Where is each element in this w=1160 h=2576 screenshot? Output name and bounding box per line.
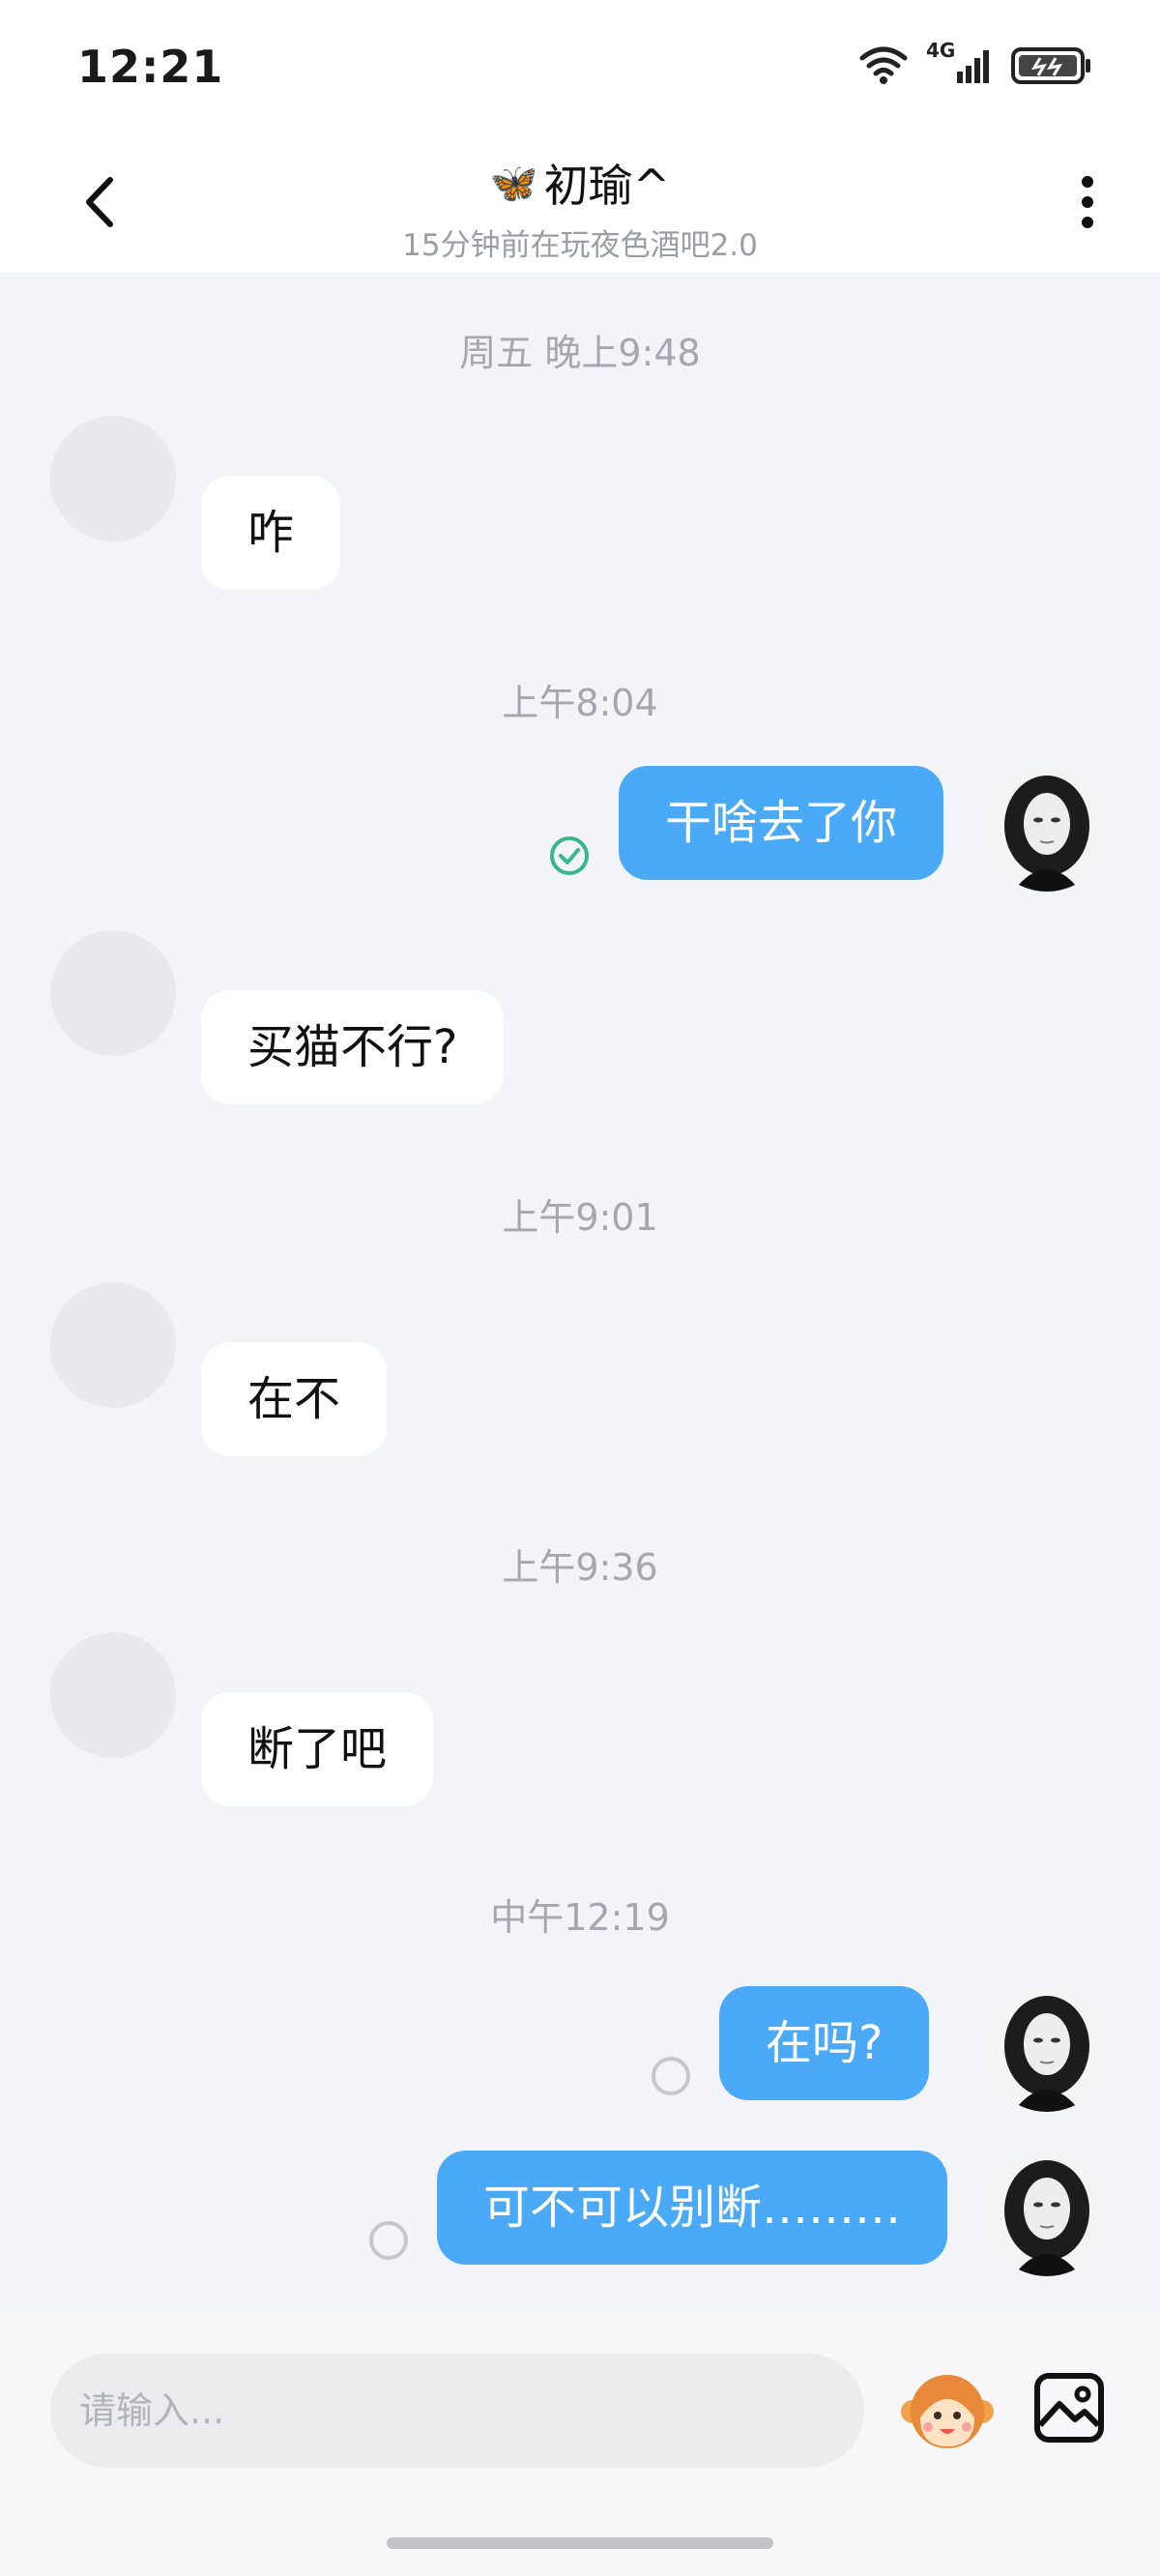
- timestamp: 周五 晚上9:48: [459, 332, 701, 374]
- message-input[interactable]: 请输入...: [50, 2354, 864, 2468]
- contact-name-text: 初瑜^: [543, 160, 671, 212]
- status-time: 12:21: [77, 41, 224, 93]
- wifi-icon: [859, 46, 908, 84]
- home-indicator[interactable]: [387, 2537, 773, 2549]
- image-gallery-icon[interactable]: [1032, 2371, 1106, 2444]
- timestamp: 上午9:36: [502, 1546, 658, 1589]
- message-list[interactable]: 周五 晚上9:48 咋 上午8:04 干啥去了你 买猫不行? 上午9:01 在不…: [0, 273, 1160, 2313]
- status-icons: 4G: [858, 39, 1092, 87]
- contact-name: 🦋 初瑜^: [490, 151, 670, 215]
- more-vertical-icon[interactable]: [1073, 168, 1102, 236]
- header-title-group[interactable]: 🦋 初瑜^ 15分钟前在玩夜色酒吧2.0: [0, 151, 1160, 264]
- read-check-icon: [550, 836, 589, 875]
- my-avatar[interactable]: [984, 766, 1110, 892]
- sent-pending-icon: [369, 2221, 408, 2260]
- contact-avatar[interactable]: [50, 1282, 176, 1408]
- sent-pending-icon: [652, 2057, 690, 2095]
- butterfly-icon: 🦋: [489, 161, 538, 206]
- outgoing-message[interactable]: 在吗?: [719, 1986, 930, 2100]
- contact-activity-status: 15分钟前在玩夜色酒吧2.0: [402, 228, 758, 263]
- input-bar: 请输入...: [0, 2313, 1160, 2576]
- incoming-message[interactable]: 断了吧: [201, 1692, 434, 1806]
- timestamp: 中午12:19: [490, 1896, 670, 1939]
- my-avatar[interactable]: [984, 1986, 1110, 2112]
- outgoing-message[interactable]: 可不可以别断………: [437, 2151, 948, 2265]
- incoming-message[interactable]: 在不: [201, 1342, 388, 1456]
- signal-icon: 4G: [926, 39, 994, 87]
- contact-avatar[interactable]: [50, 1632, 176, 1758]
- contact-avatar[interactable]: [50, 416, 176, 542]
- my-avatar[interactable]: [984, 2151, 1110, 2276]
- status-bar: 12:21 4G: [0, 0, 1160, 135]
- contact-avatar[interactable]: [50, 930, 176, 1056]
- outgoing-message[interactable]: 干啥去了你: [619, 766, 944, 880]
- battery-icon: [1011, 47, 1090, 84]
- incoming-message[interactable]: 买猫不行?: [201, 990, 505, 1104]
- sticker-monkey-icon[interactable]: [899, 2363, 996, 2460]
- timestamp: 上午9:01: [502, 1196, 658, 1239]
- chat-header: 🦋 初瑜^ 15分钟前在玩夜色酒吧2.0: [0, 135, 1160, 273]
- incoming-message[interactable]: 咋: [201, 476, 341, 590]
- timestamp: 上午8:04: [502, 682, 658, 724]
